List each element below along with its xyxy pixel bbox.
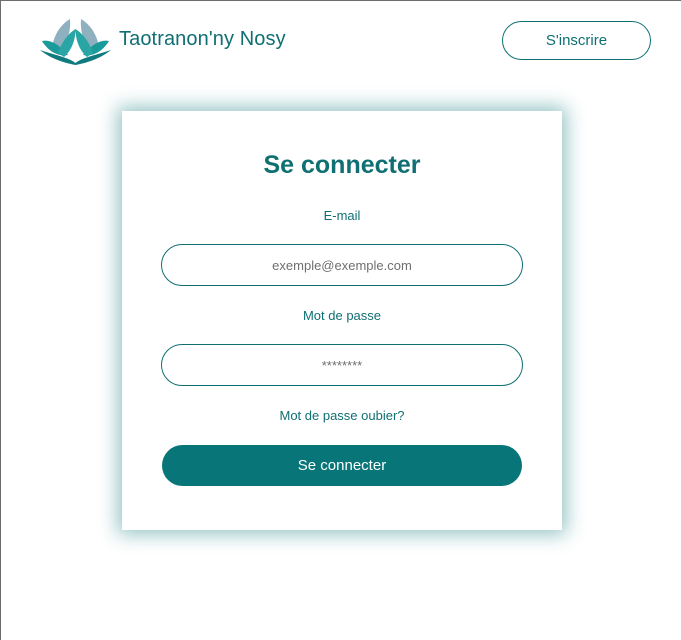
login-button[interactable]: Se connecter — [162, 445, 522, 486]
signup-button[interactable]: S'inscrire — [502, 21, 651, 60]
lotus-leaves-icon — [40, 19, 111, 65]
email-input[interactable] — [161, 244, 523, 286]
site-header: Taotranon'ny Nosy S'inscrire — [1, 1, 681, 83]
brand-name: Taotranon'ny Nosy — [119, 27, 286, 50]
password-input[interactable] — [161, 344, 523, 386]
forgot-password-link[interactable]: Mot de passe oubier? — [122, 408, 562, 423]
login-card: Se connecter E-mail Mot de passe Mot de … — [122, 111, 562, 530]
login-title: Se connecter — [263, 151, 421, 179]
brand[interactable]: Taotranon'ny Nosy — [38, 17, 286, 65]
email-label: E-mail — [323, 208, 361, 223]
password-label: Mot de passe — [302, 308, 382, 323]
